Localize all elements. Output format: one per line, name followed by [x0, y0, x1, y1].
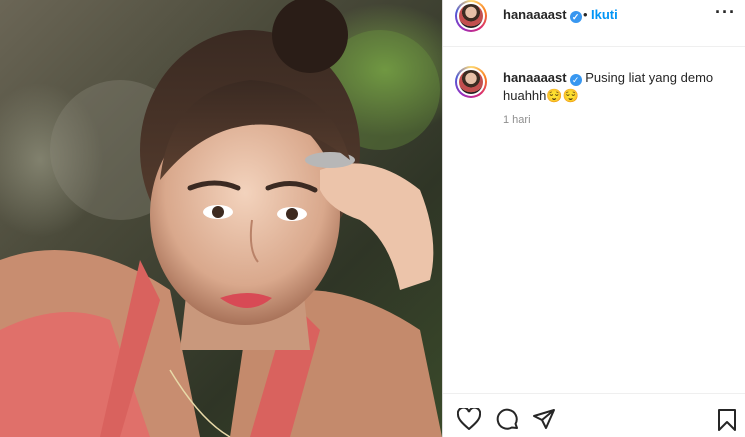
heart-icon[interactable]: [456, 406, 482, 435]
verified-badge-icon: ✓: [569, 11, 582, 23]
post-username[interactable]: hanaaaast ✓: [503, 7, 582, 23]
caption-username[interactable]: hanaaaast: [503, 70, 567, 85]
post-username-text[interactable]: hanaaaast: [503, 7, 567, 22]
post-photo[interactable]: [0, 0, 442, 437]
caption-timestamp[interactable]: 1 hari: [503, 114, 531, 126]
comment-icon[interactable]: [496, 408, 520, 437]
caption-avatar[interactable]: [455, 66, 487, 98]
separator-dot: •: [583, 7, 588, 22]
avatar[interactable]: [455, 0, 487, 32]
caption-verified-badge-icon: ✓: [569, 74, 582, 86]
paper-plane-icon[interactable]: [532, 408, 556, 435]
more-options-icon[interactable]: ···: [715, 2, 736, 23]
action-bar: [443, 393, 745, 437]
post-photo-illustration: [0, 0, 442, 437]
post-side-panel: hanaaaast ✓ • Ikuti ··· hanaaaast ✓ Pusing…: [443, 0, 745, 437]
bookmark-icon[interactable]: [717, 408, 737, 437]
caption-text-block: hanaaaast ✓ Pusing liat yang demo huahhh😌…: [503, 69, 733, 105]
post-header: hanaaaast ✓ • Ikuti ···: [443, 0, 745, 47]
follow-button[interactable]: Ikuti: [591, 7, 618, 22]
